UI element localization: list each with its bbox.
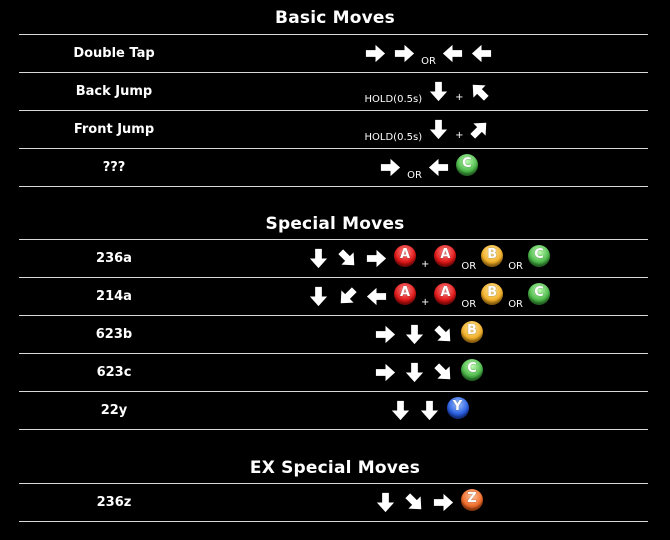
- or-label: OR: [508, 261, 524, 272]
- arrow-right-icon: [374, 361, 397, 384]
- move-name: 623c: [96, 365, 132, 380]
- arrow-left-icon: [427, 156, 450, 179]
- move-name: 236a: [96, 251, 132, 266]
- divider: [19, 186, 648, 187]
- or-label: OR: [407, 170, 422, 181]
- move-name: Back Jump: [75, 84, 153, 99]
- arrow-down-icon: [307, 285, 330, 308]
- arrow-down-icon: [403, 361, 426, 384]
- move-row-236z: 236z Z: [19, 484, 648, 521]
- button-b-icon: B: [481, 244, 504, 267]
- arrow-right-icon: [374, 323, 397, 346]
- move-name: 623b: [95, 327, 133, 342]
- arrow-up-left-icon: [468, 80, 491, 103]
- divider: [19, 521, 648, 522]
- arrow-down-right-icon: [403, 491, 426, 514]
- button-a-icon: A: [393, 244, 416, 267]
- hold-label: HOLD(0.5s): [364, 132, 423, 143]
- move-row-back-jump: Back Jump HOLD(0.5s) +: [19, 73, 648, 110]
- arrow-right-icon: [432, 491, 455, 514]
- button-c-icon: C: [461, 358, 483, 381]
- move-inputs: A + A OR B OR C: [209, 240, 648, 277]
- or-label: OR: [508, 299, 524, 310]
- button-c-icon: C: [528, 282, 551, 305]
- move-name: 214a: [96, 289, 132, 304]
- arrow-left-icon: [365, 285, 388, 308]
- move-inputs: C: [209, 354, 648, 391]
- plus-label: +: [455, 130, 464, 141]
- button-b-icon: B: [481, 282, 504, 305]
- or-label: OR: [421, 56, 436, 67]
- move-name: Double Tap: [73, 46, 155, 61]
- move-row-front-jump: Front Jump HOLD(0.5s) +: [19, 111, 648, 148]
- move-inputs: A + A OR B OR C: [209, 278, 648, 315]
- move-row-22y: 22y Y: [19, 392, 648, 429]
- move-name: 22y: [100, 403, 128, 418]
- divider: [19, 429, 648, 430]
- button-y-icon: Y: [446, 396, 469, 419]
- arrow-up-right-icon: [468, 118, 491, 141]
- arrow-down-right-icon: [336, 247, 359, 270]
- arrow-right-icon: [379, 156, 402, 179]
- or-label: OR: [461, 299, 477, 310]
- move-name: 236z: [96, 495, 132, 510]
- button-c-icon: C: [455, 153, 478, 176]
- section-title-special-moves: Special Moves: [265, 214, 405, 234]
- move-row-623c: 623c C: [19, 354, 648, 391]
- move-inputs: B: [209, 316, 648, 353]
- button-a-icon: A: [434, 244, 457, 267]
- hold-label: HOLD(0.5s): [364, 94, 423, 105]
- button-a-icon: A: [434, 282, 457, 305]
- move-name: Front Jump: [73, 122, 155, 137]
- move-row-unknown: ??? OR C: [19, 149, 648, 186]
- move-row-236a: 236a A + A OR B OR C: [19, 240, 648, 277]
- move-row-214a: 214a A + A OR B OR C: [19, 278, 648, 315]
- arrow-down-icon: [418, 399, 441, 422]
- move-inputs: HOLD(0.5s) +: [209, 73, 648, 110]
- arrow-down-icon: [389, 399, 412, 422]
- move-inputs: OR: [209, 35, 648, 72]
- arrow-down-icon: [427, 80, 450, 103]
- move-name: ???: [102, 160, 126, 175]
- arrow-down-icon: [374, 491, 397, 514]
- arrow-right-icon: [393, 42, 416, 65]
- button-a-icon: A: [393, 282, 416, 305]
- button-b-icon: B: [461, 320, 483, 343]
- arrow-left-icon: [441, 42, 464, 65]
- arrow-down-icon: [307, 247, 330, 270]
- move-inputs: Y: [209, 392, 648, 429]
- arrow-right-icon: [365, 247, 388, 270]
- section-title-ex-special-moves: EX Special Moves: [249, 458, 421, 478]
- arrow-down-icon: [427, 118, 450, 141]
- move-inputs: OR C: [209, 149, 648, 186]
- button-z-icon: Z: [461, 488, 483, 511]
- or-label: OR: [461, 261, 477, 272]
- plus-label: +: [420, 297, 430, 308]
- arrow-down-left-icon: [336, 285, 359, 308]
- move-inputs: HOLD(0.5s) +: [209, 111, 648, 148]
- section-title-basic-moves: Basic Moves: [275, 8, 395, 28]
- arrow-down-right-icon: [432, 323, 455, 346]
- plus-label: +: [455, 92, 464, 103]
- move-row-double-tap: Double Tap OR: [19, 35, 648, 72]
- move-row-623b: 623b B: [19, 316, 648, 353]
- arrow-left-icon: [470, 42, 493, 65]
- button-c-icon: C: [528, 244, 551, 267]
- move-inputs: Z: [209, 484, 648, 521]
- arrow-right-icon: [364, 42, 387, 65]
- arrow-down-icon: [403, 323, 426, 346]
- arrow-down-right-icon: [432, 361, 455, 384]
- plus-label: +: [420, 259, 430, 270]
